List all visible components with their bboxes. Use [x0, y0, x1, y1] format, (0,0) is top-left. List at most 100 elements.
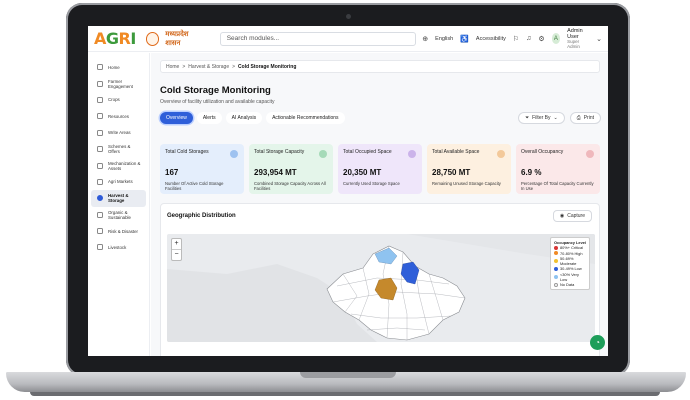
user-menu[interactable]: Admin User Super Admin: [567, 28, 589, 50]
card-title: Overall Occupancy: [521, 149, 564, 155]
sidebar-item-label: Harvest & Storage: [108, 193, 129, 204]
home-icon: [97, 64, 103, 71]
camera-icon: [346, 14, 351, 19]
card-total-storage-capacity: Total Storage Capacity 293,954 MT Combin…: [249, 144, 333, 194]
tab-alerts[interactable]: Alerts: [196, 112, 222, 124]
print-button[interactable]: ⎙ Print: [569, 112, 601, 124]
legend-label: <30% Very Low: [560, 271, 579, 282]
tractor-icon: [97, 162, 103, 169]
card-value: 28,750 MT: [432, 168, 471, 177]
topbar-actions: ⊕ English ♿ Accessibility ⚐ ♫ ⚙ A Admin …: [422, 28, 602, 50]
laptop-frame: AGRI मध्यप्रदेश शासन Search modules... ⊕…: [0, 0, 690, 400]
page-title: Cold Storage Monitoring: [160, 85, 271, 96]
flag-icon[interactable]: ⚐: [513, 35, 519, 43]
avatar[interactable]: A: [551, 33, 561, 44]
sidebar-item-farmer-engagement[interactable]: Farmer Engagement: [91, 75, 146, 91]
card-title: Total Available Space: [432, 149, 480, 155]
state-emblem-icon: [145, 31, 160, 46]
sidebar-item-label: Organic & Sustainable: [108, 209, 131, 220]
user-role: Super Admin: [567, 38, 580, 49]
capture-label: Capture: [567, 213, 585, 219]
card-desc: Number Of Active Cold Storage Facilities: [165, 181, 224, 192]
legend-swatch: [554, 282, 558, 287]
capture-button[interactable]: ◉ Capture: [552, 210, 592, 222]
tab-overview[interactable]: Overview: [160, 112, 193, 124]
market-icon: [97, 178, 103, 185]
occupancy-icon: [586, 150, 594, 158]
laptop-foot: [30, 392, 660, 396]
agri-logo[interactable]: AGRI: [94, 29, 136, 48]
card-desc: Combined Storage Capacity Across All Fac…: [254, 181, 326, 192]
sidebar-item-home[interactable]: Home: [91, 59, 146, 75]
sidebar-item-agri-markets[interactable]: Agri Markets: [91, 174, 146, 190]
chevron-down-icon[interactable]: ⌄: [596, 35, 602, 43]
gear-icon[interactable]: ⚙: [538, 35, 544, 43]
card-total-occupied-space: Total Occupied Space 20,350 MT Currently…: [338, 144, 422, 194]
map-view[interactable]: + − Occupancy Level 80%+ Critical 70-80%…: [167, 234, 595, 342]
sidebar-item-mechanization[interactable]: Mechanization & Assets: [91, 157, 146, 173]
topbar: AGRI मध्यप्रदेश शासन Search modules... ⊕…: [88, 26, 608, 52]
card-title: Total Cold Storages: [165, 149, 209, 155]
card-value: 20,350 MT: [343, 168, 382, 177]
main-content: Home > Harvest & Storage > Cold Storage …: [151, 53, 608, 356]
resources-icon: [97, 113, 103, 120]
filter-button[interactable]: ⏷ Filter By ⌄: [518, 112, 565, 124]
sidebar-item-label: Livestock: [108, 244, 127, 250]
card-value: 6.9 %: [521, 168, 542, 177]
zoom-in-button[interactable]: +: [172, 239, 181, 249]
sidebar-item-label: Risk & Disaster: [108, 228, 139, 234]
card-desc: Currently Used Storage Space: [343, 181, 400, 186]
sidebar-item-write-areas[interactable]: Write Areas: [91, 125, 146, 141]
breadcrumb-section[interactable]: Harvest & Storage: [188, 64, 229, 70]
legend-item-no-data: No Data: [554, 282, 586, 287]
crop-icon: [97, 96, 103, 103]
chat-icon[interactable]: ◔: [590, 335, 605, 350]
logo-letter: G: [105, 29, 119, 48]
sidebar-item-resources[interactable]: Resources: [91, 108, 146, 124]
app-screen: AGRI मध्यप्रदेश शासन Search modules... ⊕…: [88, 26, 608, 356]
legend-item-very-low: <30% Very Low: [554, 272, 586, 283]
summary-cards: Total Cold Storages 167 Number Of Active…: [160, 144, 600, 194]
breadcrumb-current: Cold Storage Monitoring: [238, 63, 297, 70]
area-icon: [97, 129, 103, 136]
sidebar-item-label: Home: [108, 64, 120, 70]
sidebar-item-label: Agri Markets: [108, 179, 133, 185]
sidebar-item-harvest-storage[interactable]: Harvest & Storage: [91, 190, 146, 207]
zoom-controls: + −: [171, 238, 182, 261]
available-icon: [497, 150, 505, 158]
card-value: 293,954 MT: [254, 168, 297, 177]
card-title: Total Occupied Space: [343, 149, 392, 155]
bell-icon[interactable]: ♫: [526, 35, 531, 42]
language-selector[interactable]: English: [435, 36, 453, 42]
capacity-icon: [319, 150, 327, 158]
card-overall-occupancy: Overall Occupancy 6.9 % Percentage Of To…: [516, 144, 600, 194]
sidebar-item-organic[interactable]: Organic & Sustainable: [91, 207, 146, 223]
farmer-icon: [97, 80, 103, 87]
sidebar-item-label: Resources: [108, 113, 129, 119]
legend-swatch: [554, 259, 558, 264]
legend-swatch: [554, 251, 558, 256]
map-legend: Occupancy Level 80%+ Critical 70-80% Hig…: [550, 237, 590, 291]
sidebar-item-label: Crops: [108, 97, 120, 103]
accessibility-button[interactable]: Accessibility: [476, 36, 506, 42]
livestock-icon: [97, 244, 103, 251]
tab-bar: Overview Alerts AI Analysis Actionable R…: [160, 112, 345, 124]
sidebar-item-livestock[interactable]: Livestock: [91, 239, 146, 255]
search-input[interactable]: Search modules...: [219, 31, 417, 46]
card-value: 167: [165, 168, 179, 177]
page-subtitle: Overview of facility utilization and ava…: [160, 99, 275, 105]
geo-title: Geographic Distribution: [167, 213, 236, 219]
card-title: Total Storage Capacity: [254, 149, 305, 155]
zoom-out-button[interactable]: −: [172, 249, 181, 260]
breadcrumb-home[interactable]: Home: [166, 64, 179, 70]
sidebar-item-risk[interactable]: Risk & Disaster: [91, 223, 146, 239]
tab-recommendations[interactable]: Actionable Recommendations: [266, 112, 345, 124]
sidebar-item-crops[interactable]: Crops: [91, 92, 146, 108]
sidebar-item-schemes[interactable]: Schemes & Offers: [91, 141, 146, 157]
sidebar-item-label: Mechanization & Assets: [108, 160, 141, 171]
page-actions: ⏷ Filter By ⌄ ⎙ Print: [518, 112, 601, 124]
govt-label: मध्यप्रदेश शासन: [165, 30, 189, 47]
breadcrumb-separator: >: [182, 63, 186, 70]
tab-ai-analysis[interactable]: AI Analysis: [225, 112, 263, 124]
trend-icon: [408, 150, 416, 158]
